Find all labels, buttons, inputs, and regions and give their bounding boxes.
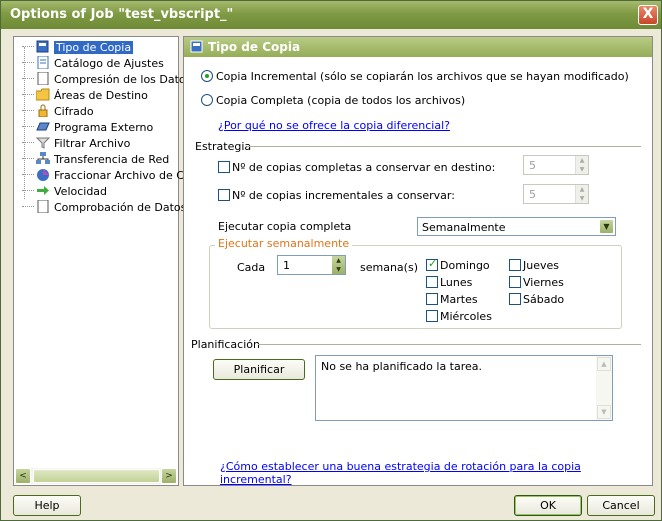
radio-incremental[interactable] <box>201 70 213 82</box>
catalog-icon <box>37 56 49 69</box>
tree-item-transferencia[interactable]: Transferencia de Red <box>22 152 169 167</box>
strategy-title: Estrategia <box>195 140 252 153</box>
checkbox-lunes[interactable] <box>426 276 438 288</box>
stepper-arrows-icon[interactable]: ▲ ▼ <box>575 156 588 174</box>
tree-item-areas-destino[interactable]: Áreas de Destino <box>22 88 148 103</box>
scroll-thumb[interactable] <box>33 469 160 483</box>
close-button[interactable]: X <box>638 5 658 25</box>
checkbox-full-copies[interactable] <box>218 161 230 173</box>
day-label-domingo: Domingo <box>440 259 490 272</box>
arrow-icon <box>37 186 49 195</box>
checkbox-domingo[interactable] <box>426 257 438 271</box>
planning-divider <box>258 344 641 345</box>
exec-full-select[interactable]: Semanalmente ▼ <box>417 217 616 236</box>
day-label-sabado: Sábado <box>523 293 565 306</box>
cancel-button[interactable]: Cancel <box>587 495 655 516</box>
page-icon <box>37 72 49 85</box>
full-copies-stepper[interactable]: 5 ▲ ▼ <box>523 155 589 175</box>
day-label-jueves: Jueves <box>523 259 559 272</box>
radio-full-label: Copia Completa (copia de todos los archi… <box>216 94 466 107</box>
checkbox-viernes[interactable] <box>509 276 521 288</box>
folder-icon <box>36 88 50 101</box>
tree-item-catalogo[interactable]: Catálogo de Ajustes <box>22 56 164 71</box>
checkbox-sabado[interactable] <box>509 293 521 305</box>
tree-item-filtrar[interactable]: Filtrar Archivo <box>22 136 130 151</box>
options-window: Options of Job "test_vbscript_" X Tipo d… <box>0 0 662 521</box>
document-icon <box>190 40 203 53</box>
day-label-miercoles: Miércoles <box>440 310 492 323</box>
ok-button[interactable]: OK <box>514 495 582 516</box>
exec-full-label: Ejecutar copia completa <box>218 220 352 233</box>
tree-item-fraccionar[interactable]: Fraccionar Archivo de Copi <box>22 168 201 183</box>
document-icon <box>36 40 49 53</box>
filter-icon <box>36 137 50 149</box>
help-button[interactable]: Help <box>13 495 81 516</box>
differential-copy-link[interactable]: ¿Por qué no se ofrece la copia diferenci… <box>218 119 450 132</box>
rotation-strategy-link[interactable]: ¿Cómo establecer una buena estrategia de… <box>220 460 652 486</box>
tree-item-cifrado[interactable]: Cifrado <box>22 104 94 119</box>
tree-item-tipo-de-copia[interactable]: Tipo de Copia <box>22 40 134 55</box>
chevron-down-icon[interactable]: ▼ <box>597 405 611 419</box>
window-title: Options of Job "test_vbscript_" <box>10 7 234 22</box>
radio-full[interactable] <box>201 94 213 106</box>
title-bar: Options of Job "test_vbscript_" X <box>1 1 661 29</box>
stepper-arrows-icon[interactable]: ▲ ▼ <box>575 185 588 203</box>
each-label: Cada <box>237 261 266 274</box>
chevron-up-icon[interactable]: ▲ <box>597 357 611 371</box>
weeks-interval-stepper[interactable]: 1 ▲ ▼ <box>277 255 346 275</box>
scroll-left-button[interactable]: < <box>15 468 31 484</box>
planning-title: Planificación <box>191 338 260 351</box>
day-label-viernes: Viernes <box>523 276 564 289</box>
tree-item-velocidad[interactable]: Velocidad <box>22 184 107 199</box>
textarea-scrollbar[interactable]: ▲ ▼ <box>596 356 612 420</box>
tree-item-comprobacion[interactable]: Comprobación de Datos <box>22 200 186 215</box>
lock-icon <box>38 104 48 117</box>
tree-item-compresion[interactable]: Compresión de los Datos <box>22 72 191 87</box>
incremental-copies-stepper[interactable]: 5 ▲ ▼ <box>523 184 589 204</box>
weeks-label: semana(s) <box>360 261 418 274</box>
checkbox-jueves[interactable] <box>509 259 521 271</box>
radio-incremental-label: Copia Incremental (sólo se copiarán los … <box>216 70 629 83</box>
chevron-down-icon[interactable]: ▼ <box>599 219 614 234</box>
program-icon <box>36 122 50 131</box>
day-label-martes: Martes <box>440 293 478 306</box>
plan-status-textarea[interactable]: No se ha planificado la tarea. ▲ ▼ <box>315 355 613 421</box>
options-tree: Tipo de Copia Catálogo de Ajustes Compre… <box>13 36 201 486</box>
page-icon <box>37 200 49 213</box>
day-label-lunes: Lunes <box>440 276 473 289</box>
checkbox-incremental-copies[interactable] <box>218 189 230 201</box>
network-icon <box>36 152 50 164</box>
split-icon <box>37 169 49 181</box>
checkbox-miercoles[interactable] <box>426 310 438 322</box>
incremental-copies-label: Nº de copias incrementales a conservar: <box>232 189 455 202</box>
strategy-divider <box>247 146 641 147</box>
tree-item-programa-externo[interactable]: Programa Externo <box>22 120 153 135</box>
full-copies-label: Nº de copias completas a conservar en de… <box>232 161 496 174</box>
stepper-arrows-icon[interactable]: ▲ ▼ <box>331 256 345 274</box>
schedule-button[interactable]: Planificar <box>213 359 305 380</box>
checkbox-martes[interactable] <box>426 293 438 305</box>
tree-horizontal-scrollbar[interactable]: < > <box>15 468 177 484</box>
settings-panel: Tipo de Copia Copia Incremental (sólo se… <box>183 36 653 486</box>
panel-header: Tipo de Copia <box>184 37 652 57</box>
scroll-right-button[interactable]: > <box>161 468 177 484</box>
weekly-group-title: Ejecutar semanalmente <box>215 237 353 250</box>
